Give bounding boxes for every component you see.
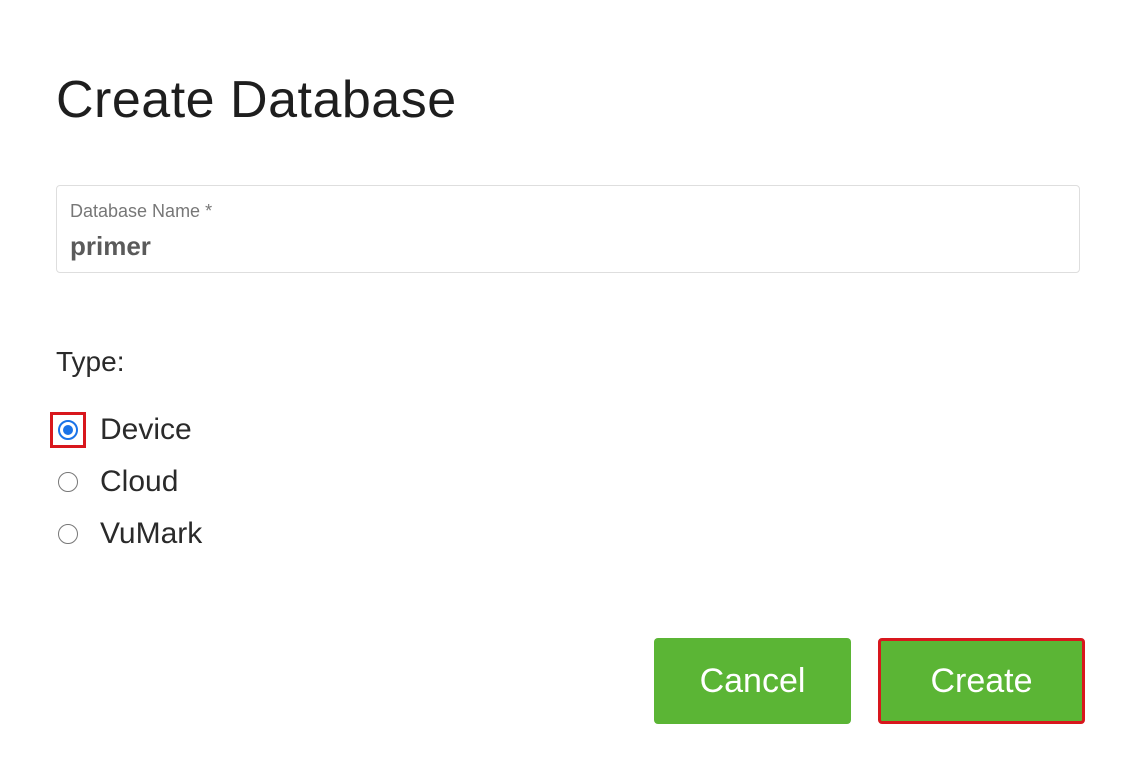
radio-label-vumark: VuMark	[100, 517, 203, 550]
radio-wrap-vumark	[56, 522, 80, 546]
database-name-field[interactable]: Database Name * primer	[56, 185, 1080, 273]
radio-option-cloud[interactable]: Cloud	[56, 462, 178, 502]
radio-label-device: Device	[100, 413, 192, 446]
highlight-box	[50, 412, 86, 448]
cancel-button[interactable]: Cancel	[654, 638, 851, 724]
create-database-dialog: Create Database Database Name * primer T…	[0, 0, 1121, 771]
radio-button-device[interactable]	[58, 420, 78, 440]
type-label: Type:	[56, 346, 125, 377]
database-name-label: Database Name *	[70, 201, 213, 221]
radio-button-cloud[interactable]	[58, 472, 78, 492]
radio-wrap-cloud	[56, 470, 80, 494]
dialog-title: Create Database	[56, 71, 457, 129]
radio-option-device[interactable]: Device	[50, 410, 192, 450]
create-button[interactable]: Create	[878, 638, 1085, 724]
radio-button-vumark[interactable]	[58, 524, 78, 544]
database-name-input[interactable]: primer	[70, 231, 151, 262]
radio-label-cloud: Cloud	[100, 465, 179, 498]
radio-option-vumark[interactable]: VuMark	[56, 514, 202, 554]
